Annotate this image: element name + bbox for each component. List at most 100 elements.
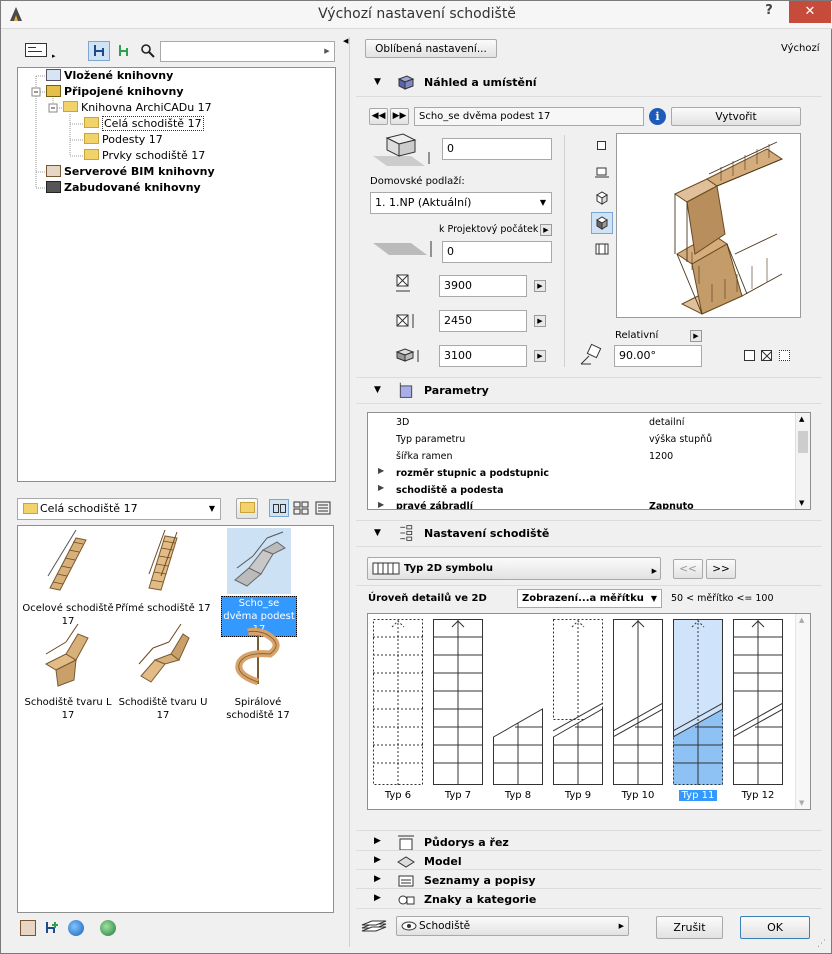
param-tread-riser[interactable]: rozměr stupnic a podstupnic (396, 468, 549, 479)
info-icon[interactable]: i (649, 108, 666, 125)
close-button[interactable]: ✕ (789, 1, 831, 23)
type-11-label[interactable]: Typ 11 (668, 790, 728, 801)
section-floor-plan-header[interactable]: ▶ Půdorys a řez (356, 830, 822, 851)
gallery-scrollbar[interactable]: ▲ ▼ (795, 614, 810, 809)
param-stair-landing[interactable]: schodiště a podesta (396, 485, 503, 496)
tree-item-bim-server-libraries[interactable]: Serverové BIM knihovny (46, 165, 215, 178)
library-item-straight-stair[interactable]: Přímé schodiště 17 (115, 529, 211, 615)
favorites-button[interactable]: Oblíbená nastavení... (365, 39, 497, 58)
tree-item-stair-elements[interactable]: Prvky schodiště 17 (84, 149, 205, 162)
favorite-chair-icon[interactable] (116, 43, 132, 59)
section-preview-header[interactable]: ▼ Náhled a umístění (356, 70, 822, 96)
project-origin-arrow-icon[interactable]: ▶ (540, 224, 552, 236)
scroll-thumb[interactable] (798, 431, 808, 453)
resize-grip-icon[interactable]: ⋰ (817, 939, 829, 951)
help-button[interactable]: ? (759, 3, 779, 21)
library-item-u-stair[interactable]: Schodiště tvaru U 17 (115, 623, 211, 722)
search-input[interactable] (160, 41, 335, 62)
search-icon[interactable] (140, 43, 156, 59)
library-items-panel[interactable]: Ocelové schodiště 17 Přímé schodiště 17 … (17, 525, 334, 913)
tree-item-archicad-library[interactable]: Knihovna ArchiCADu 17 (63, 101, 212, 114)
scroll-down-icon[interactable]: ▼ (799, 799, 804, 807)
type-10-symbol[interactable] (613, 619, 663, 785)
type-12-label[interactable]: Typ 12 (728, 790, 788, 801)
type-9-label[interactable]: Typ 9 (548, 790, 608, 801)
relative-arrow-icon[interactable]: ▶ (690, 330, 702, 342)
plan-view-icon[interactable] (597, 141, 606, 150)
expand-triangle-icon[interactable]: ▶ (378, 466, 384, 475)
folder-up-button[interactable] (236, 498, 258, 519)
type-12-symbol[interactable] (733, 619, 783, 785)
home-floor-select[interactable]: 1. 1.NP (Aktuální) ▼ (370, 192, 552, 214)
angle-input[interactable]: 90.00° (614, 345, 702, 367)
width-arrow-icon[interactable]: ▶ (534, 280, 546, 292)
tree-item-whole-stairs[interactable]: Celá schodiště 17 (84, 116, 204, 131)
mirror-off-icon[interactable] (744, 350, 755, 361)
tree-item-embedded-libraries[interactable]: Vložené knihovny (46, 69, 173, 82)
param-3d[interactable]: 3D (396, 417, 409, 428)
depth-arrow-icon[interactable]: ▶ (534, 315, 546, 327)
previous-type-button[interactable]: << (673, 559, 703, 579)
section-listing-header[interactable]: ▶ Seznamy a popisy (356, 869, 822, 888)
type-6-label[interactable]: Typ 6 (368, 790, 428, 801)
3d-view-button[interactable] (591, 212, 613, 234)
type-10-label[interactable]: Typ 10 (608, 790, 668, 801)
library-tree[interactable]: Vložené knihovny Připojené knihovny Knih… (17, 67, 336, 482)
tree-item-built-in-libraries[interactable]: Zabudované knihovny (46, 181, 201, 194)
param-type[interactable]: Typ parametru (396, 434, 465, 445)
small-icons-view-icon[interactable] (293, 501, 309, 516)
offset-input[interactable]: 0 (442, 138, 552, 160)
previous-object-button[interactable]: ◀◀ (369, 108, 388, 125)
library-item-two-landing-stair[interactable]: Scho_se dvěma podest 17 (221, 528, 297, 637)
large-icons-view-button[interactable] (269, 499, 289, 517)
expand-triangle-icon[interactable]: ▶ (378, 483, 384, 492)
scroll-up-icon[interactable]: ▲ (799, 616, 804, 624)
library-chair-button[interactable] (88, 41, 110, 61)
view-mode-dropdown-icon[interactable]: ▸ (52, 52, 56, 60)
scroll-down-icon[interactable]: ▼ (799, 499, 804, 507)
folder-select[interactable]: Celá schodiště 17 ▼ (17, 498, 221, 520)
tree-item-linked-libraries[interactable]: Připojené knihovny (46, 85, 184, 98)
create-button[interactable]: Vytvořit (671, 107, 801, 126)
ok-button[interactable]: OK (740, 916, 810, 939)
section-view-icon[interactable] (594, 164, 610, 180)
elevation-input[interactable]: 0 (442, 241, 552, 263)
add-library-icon[interactable] (20, 920, 36, 936)
bimcomponents-icon[interactable] (100, 920, 116, 936)
type-6-symbol[interactable] (373, 619, 423, 785)
section-model-header[interactable]: ▶ Model (356, 850, 822, 869)
height-arrow-icon[interactable]: ▶ (534, 350, 546, 362)
next-type-button[interactable]: >> (706, 559, 736, 579)
mirror-dotted-icon[interactable] (779, 350, 790, 361)
globe-icon[interactable] (68, 920, 84, 936)
axonometry-view-icon[interactable] (594, 190, 610, 206)
list-view-icon[interactable] (315, 501, 331, 516)
width-input[interactable]: 3900 (439, 275, 527, 297)
mirror-x-icon[interactable] (761, 350, 773, 362)
section-stair-settings-header[interactable]: ▼ Nastavení schodiště (356, 520, 822, 546)
param-right-railing[interactable]: pravé zábradlí (396, 501, 473, 509)
parameters-scrollbar[interactable]: ▲ ▼ (795, 413, 810, 509)
type-8-symbol[interactable] (493, 619, 543, 785)
type-8-label[interactable]: Typ 8 (488, 790, 548, 801)
library-item-steel-stair[interactable]: Ocelové schodiště 17 (20, 529, 116, 628)
type-7-label[interactable]: Typ 7 (428, 790, 488, 801)
tree-item-landings[interactable]: Podesty 17 (84, 133, 163, 146)
section-classification-header[interactable]: ▶ Znaky a kategorie (356, 888, 822, 907)
elevation-view-icon[interactable] (594, 241, 610, 257)
display-scale-select[interactable]: Zobrazení...a měřítku ▼ (517, 589, 662, 608)
type-9-symbol[interactable] (553, 619, 603, 785)
panel-toggle-icon[interactable]: ◀ (343, 37, 348, 45)
symbol-type-button[interactable]: Typ 2D symbolu ▶ (367, 557, 661, 580)
type-11-symbol[interactable] (673, 619, 723, 785)
library-item-spiral-stair[interactable]: Spirálové schodiště 17 (210, 624, 306, 722)
cancel-button[interactable]: Zrušit (656, 916, 723, 939)
expand-triangle-icon[interactable]: ▶ (378, 500, 384, 509)
view-mode-icon[interactable] (25, 43, 47, 57)
scroll-up-icon[interactable]: ▲ (799, 415, 804, 423)
height-input[interactable]: 3100 (439, 345, 527, 367)
section-parameters-header[interactable]: ▼ Parametry (356, 377, 822, 403)
layer-select[interactable]: Schodiště ▶ (396, 916, 629, 936)
type-7-symbol[interactable] (433, 619, 483, 785)
depth-input[interactable]: 2450 (439, 310, 527, 332)
